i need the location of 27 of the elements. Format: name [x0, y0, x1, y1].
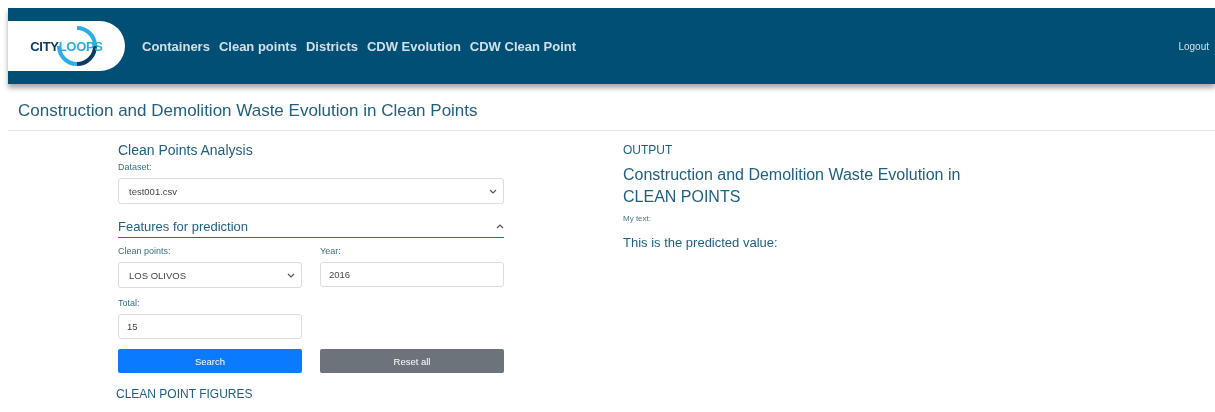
- nav-link[interactable]: Containers: [142, 38, 210, 54]
- field-label: Dataset:: [118, 162, 153, 172]
- section-title: Clean Points Analysis: [118, 142, 254, 158]
- chevron-down-icon: [287, 272, 295, 278]
- output-label: OUTPUT: [623, 143, 674, 157]
- chevron-down-icon: [489, 188, 497, 194]
- chevron-up-icon: [496, 223, 504, 229]
- year-input[interactable]: 2016: [320, 262, 504, 287]
- nav-link[interactable]: Clean points: [218, 38, 297, 54]
- field-label: Total:: [118, 298, 141, 308]
- clean-points-select[interactable]: LOS OLIVOS: [118, 262, 302, 288]
- dataset-select[interactable]: test001.csv: [118, 178, 504, 204]
- note-text: My text:: [623, 214, 652, 223]
- section-title: CLEAN POINT FIGURES: [116, 387, 254, 401]
- total-input[interactable]: 15: [118, 314, 302, 339]
- features-accordion-header[interactable]: Features for prediction: [118, 215, 504, 238]
- field-label: Clean points:: [118, 246, 172, 256]
- nav-link[interactable]: Districts: [305, 38, 358, 54]
- reset-button[interactable]: Reset all: [320, 349, 504, 373]
- logout-link[interactable]: Logout: [1178, 40, 1209, 52]
- page-title: Construction and Demolition Waste Evolution in Clean Points: [8, 84, 1215, 131]
- nav-link[interactable]: CDW Evolution: [366, 38, 461, 54]
- nav-link[interactable]: CDW Clean Point: [469, 38, 576, 54]
- result-text: This is the predicted value:: [623, 235, 779, 250]
- search-button[interactable]: Search: [118, 349, 302, 373]
- output-title: Construction and Demolition Waste Evolution in CLEAN POINTS: [623, 165, 962, 207]
- field-label: Year:: [320, 246, 342, 256]
